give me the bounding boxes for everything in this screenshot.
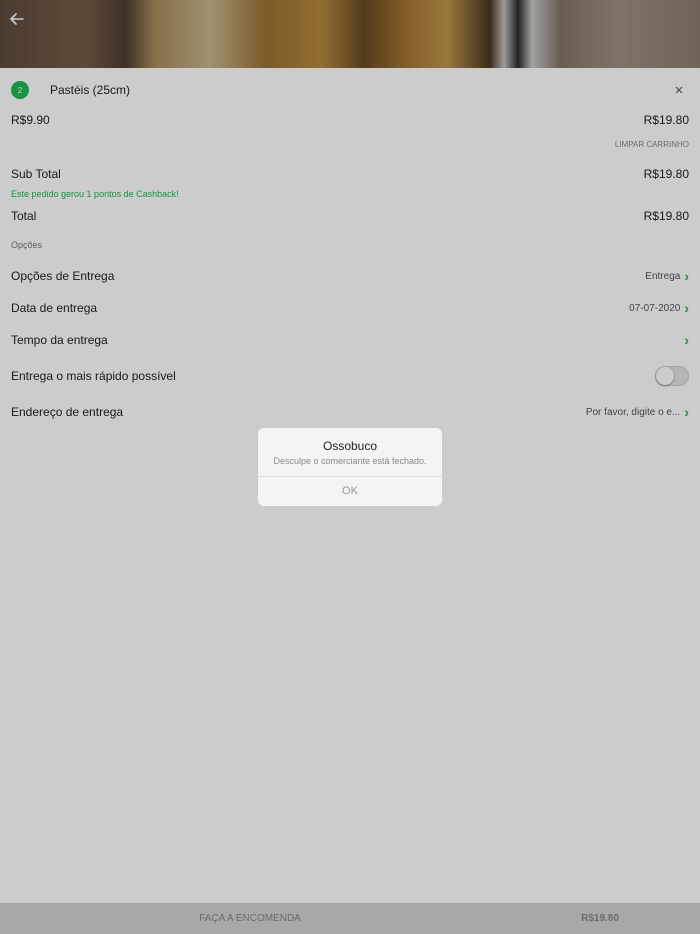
dialog-ok-button[interactable]: OK [258, 477, 442, 506]
alert-dialog: Ossobuco Desculpe o comerciante está fec… [258, 428, 442, 506]
dialog-message: Desculpe o comerciante está fechado. [273, 456, 427, 466]
dialog-title: Ossobuco [322, 439, 378, 453]
